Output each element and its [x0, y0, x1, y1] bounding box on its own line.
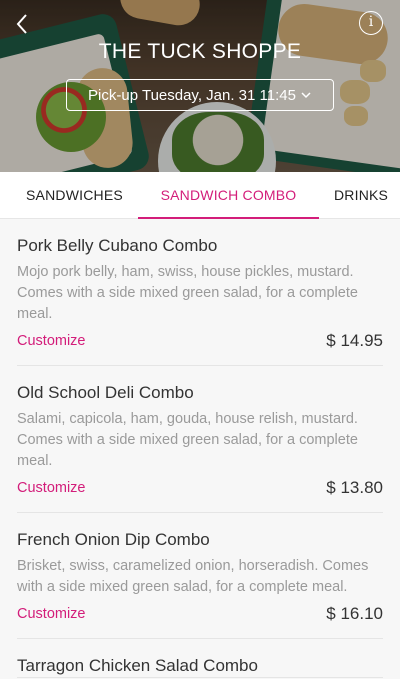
- item-description: Mojo pork belly, ham, swiss, house pickl…: [17, 264, 358, 322]
- pickup-time-selector[interactable]: Pick-up Tuesday, Jan. 31 11:45: [66, 79, 334, 111]
- customize-link[interactable]: Customize: [17, 606, 86, 622]
- item-description: Salami, capicola, ham, gouda, house reli…: [17, 411, 358, 469]
- pickup-time-label: Pick-up Tuesday, Jan. 31 11:45: [88, 86, 296, 104]
- item-name: Pork Belly Cubano Combo: [17, 236, 218, 255]
- menu-item[interactable]: French Onion Dip Combo Brisket, swiss, c…: [17, 513, 383, 639]
- item-name: Tarragon Chicken Salad Combo: [17, 656, 258, 675]
- tab-sandwich-combo[interactable]: SANDWICH COMBO: [138, 172, 319, 219]
- item-price: $ 13.80: [326, 478, 383, 497]
- tab-drinks[interactable]: DRINKS: [334, 172, 388, 219]
- back-button[interactable]: [10, 10, 36, 38]
- info-button[interactable]: i: [359, 11, 383, 35]
- store-title: THE TUCK SHOPPE: [98, 40, 302, 63]
- info-icon: i: [368, 14, 374, 30]
- menu-item[interactable]: Old School Deli Combo Salami, capicola, …: [17, 366, 383, 513]
- chevron-left-icon: [16, 14, 27, 34]
- customize-link[interactable]: Customize: [17, 480, 86, 496]
- item-price: $ 14.95: [326, 331, 383, 350]
- category-tabs: SANDWICHES SANDWICH COMBO DRINKS: [0, 172, 400, 219]
- menu-item[interactable]: Pork Belly Cubano Combo Mojo pork belly,…: [17, 219, 383, 366]
- customize-link[interactable]: Customize: [17, 333, 86, 349]
- tab-sandwiches[interactable]: SANDWICHES: [26, 172, 123, 219]
- chevron-down-icon: [301, 92, 311, 99]
- menu-item[interactable]: Tarragon Chicken Salad Combo: [17, 639, 383, 678]
- item-price: $ 16.10: [326, 604, 383, 623]
- item-name: Old School Deli Combo: [17, 383, 194, 402]
- hero-banner: i THE TUCK SHOPPE Pick-up Tuesday, Jan. …: [0, 0, 400, 172]
- item-description: Brisket, swiss, caramelized onion, horse…: [17, 558, 369, 595]
- item-name: French Onion Dip Combo: [17, 530, 210, 549]
- menu-list: Pork Belly Cubano Combo Mojo pork belly,…: [0, 219, 400, 679]
